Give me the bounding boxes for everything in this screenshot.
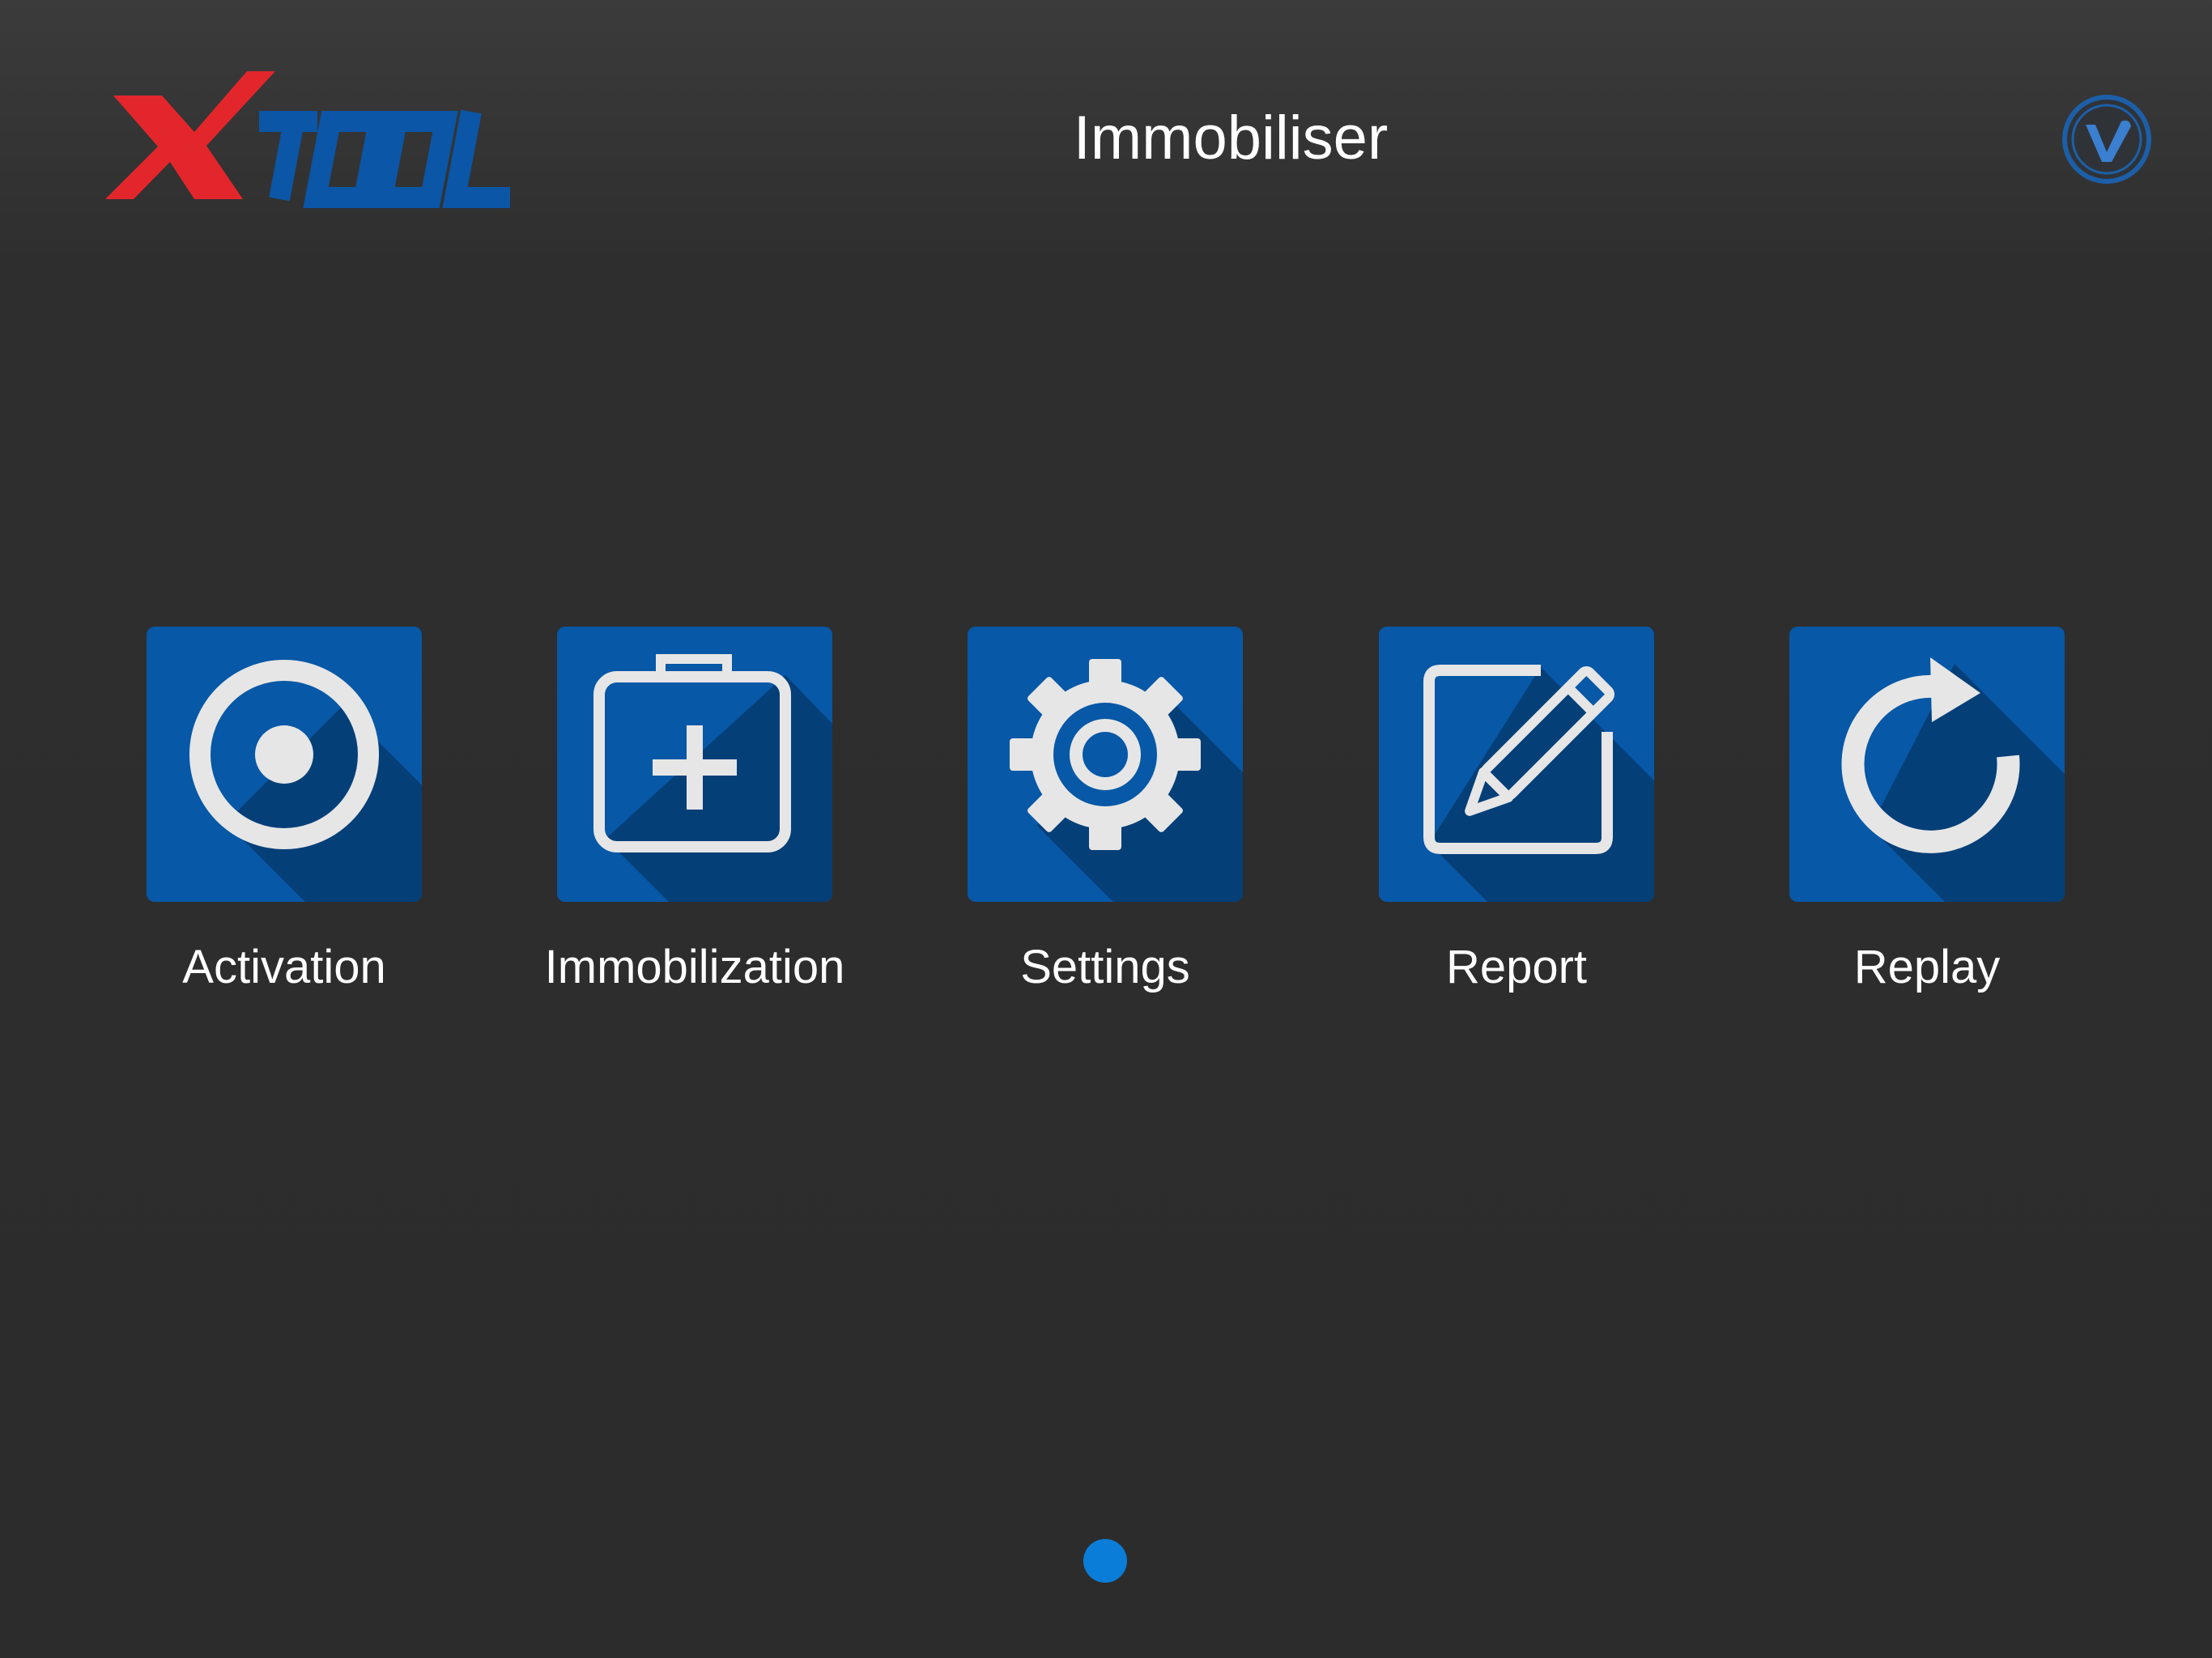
app-screen: Immobiliser Activation Immobilization Se… xyxy=(0,0,2212,1658)
target-icon xyxy=(189,660,422,902)
immobilization-button[interactable]: Immobilization xyxy=(545,627,844,996)
replay-label: Replay xyxy=(1853,941,2001,993)
xtool-logo xyxy=(105,71,510,208)
report-tile[interactable] xyxy=(1379,627,1654,902)
replay-tile[interactable] xyxy=(1789,627,2065,902)
activation-label: Activation xyxy=(182,941,386,993)
immobilization-label: Immobilization xyxy=(544,941,845,993)
report-button[interactable]: Report xyxy=(1379,627,1654,996)
settings-tile[interactable] xyxy=(968,627,1243,902)
refresh-icon xyxy=(1841,657,2065,902)
gear-icon xyxy=(1010,659,1243,902)
immobilization-tile[interactable] xyxy=(557,627,832,902)
activation-button[interactable]: Activation xyxy=(147,627,422,996)
vci-status-icon[interactable] xyxy=(2061,94,2152,185)
activation-tile[interactable] xyxy=(147,627,422,902)
medical-kit-icon xyxy=(593,654,832,902)
report-label: Report xyxy=(1445,941,1588,993)
settings-button[interactable]: Settings xyxy=(968,627,1243,996)
settings-label: Settings xyxy=(1020,941,1190,993)
replay-button[interactable]: Replay xyxy=(1789,627,2065,996)
page-indicator-dot xyxy=(1083,1539,1127,1583)
page-title: Immobiliser xyxy=(1073,104,1389,172)
edit-note-icon xyxy=(1423,665,1654,902)
